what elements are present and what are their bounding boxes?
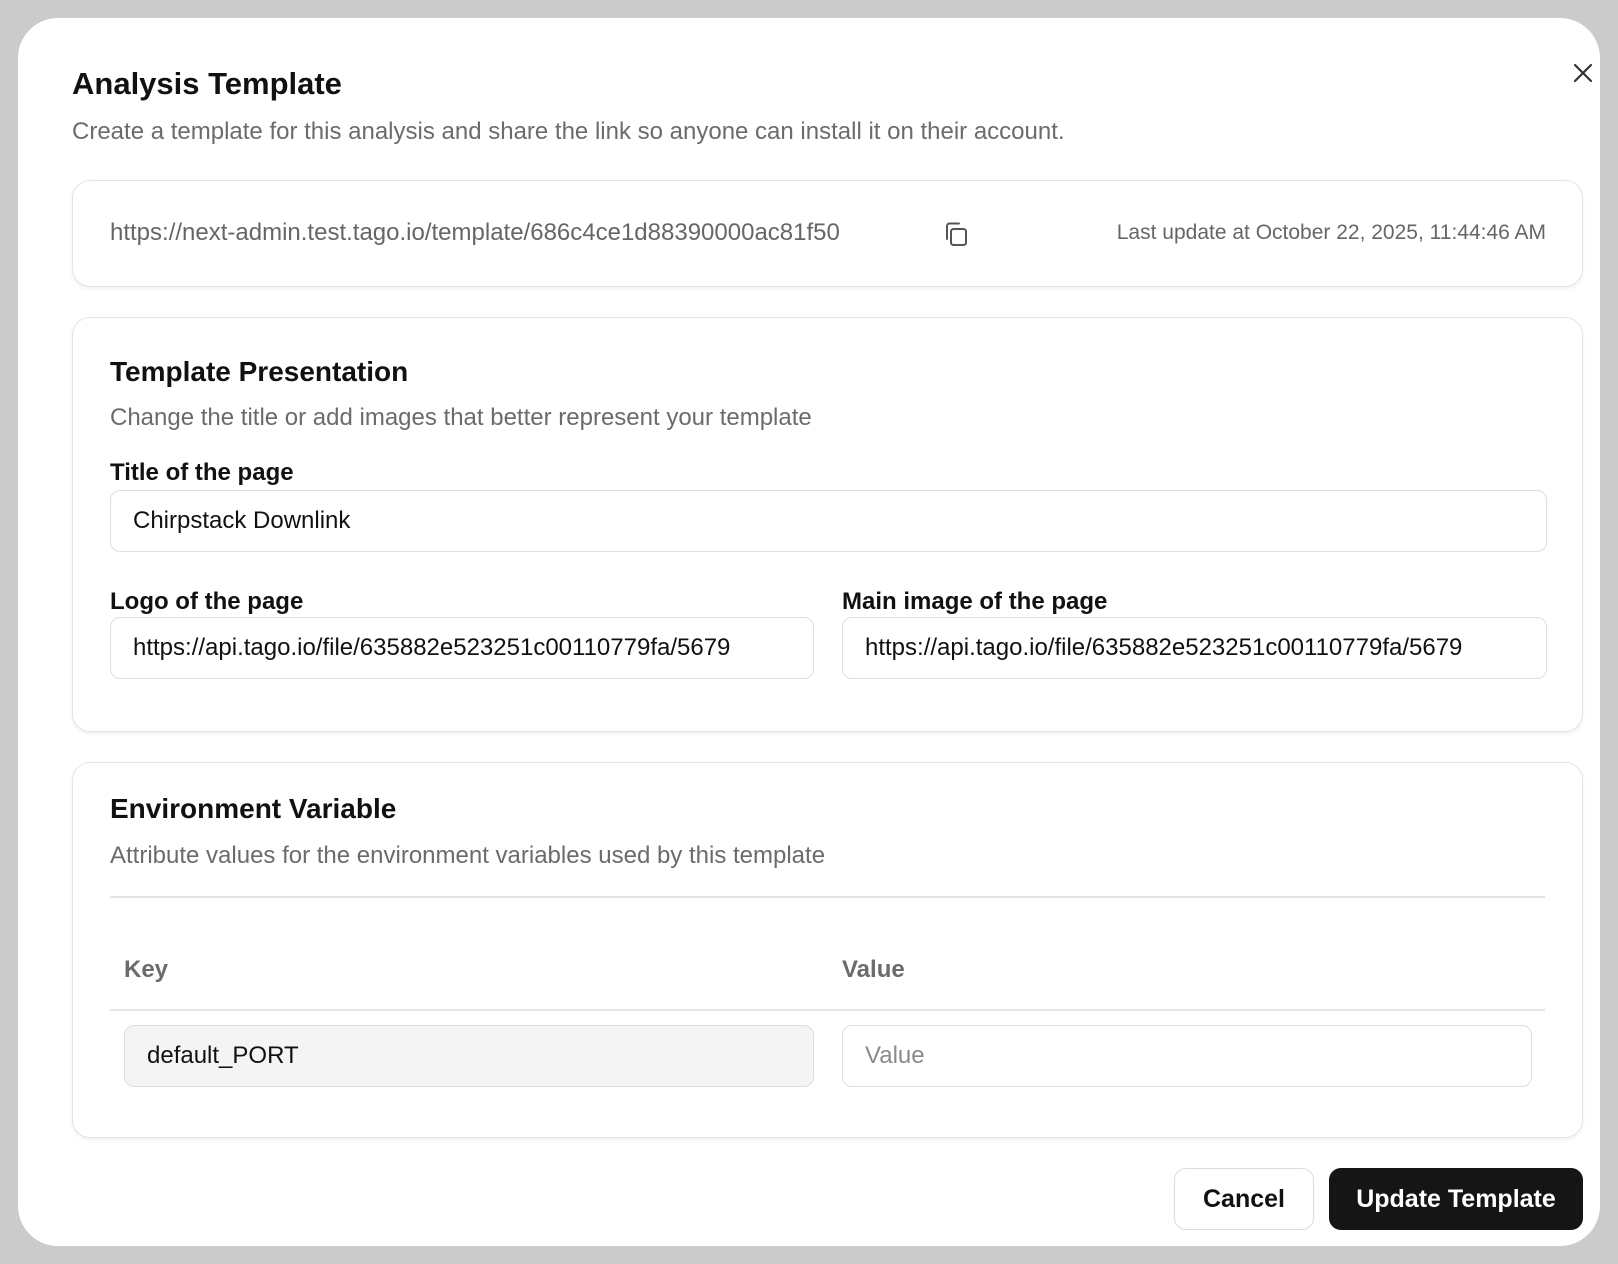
page-title-label: Title of the page: [110, 459, 294, 486]
env-key-field: default_PORT: [124, 1025, 814, 1087]
close-button[interactable]: [1566, 56, 1600, 90]
main-image-url-input[interactable]: https://api.tago.io/file/635882e523251c0…: [842, 617, 1547, 679]
template-url[interactable]: https://next-admin.test.tago.io/template…: [110, 219, 840, 247]
environment-variable-card: Environment Variable Attribute values fo…: [72, 762, 1583, 1138]
last-update-text: Last update at October 22, 2025, 11:44:4…: [1116, 221, 1546, 244]
logo-url-input[interactable]: https://api.tago.io/file/635882e523251c0…: [110, 617, 814, 679]
environment-description: Attribute values for the environment var…: [110, 842, 826, 869]
template-presentation-card: Template Presentation Change the title o…: [72, 317, 1583, 732]
env-value-input[interactable]: [842, 1025, 1532, 1087]
section-divider: [110, 896, 1545, 898]
presentation-title: Template Presentation: [110, 356, 409, 387]
copy-icon: [946, 222, 967, 246]
dialog-title: Analysis Template: [72, 66, 342, 101]
main-image-label: Main image of the page: [842, 588, 1108, 615]
share-link-card: https://next-admin.test.tago.io/template…: [72, 180, 1583, 287]
page-title-input[interactable]: Chirpstack Downlink: [110, 490, 1547, 552]
table-header-divider: [110, 1009, 1545, 1011]
environment-title: Environment Variable: [110, 793, 397, 824]
dialog-subtitle: Create a template for this analysis and …: [72, 118, 1065, 145]
column-header-value: Value: [842, 956, 905, 983]
logo-label: Logo of the page: [110, 588, 304, 615]
update-template-button[interactable]: Update Template: [1329, 1168, 1583, 1230]
presentation-description: Change the title or add images that bett…: [110, 404, 812, 431]
cancel-button[interactable]: Cancel: [1174, 1168, 1314, 1230]
copy-link-button[interactable]: [941, 219, 971, 249]
close-icon: [1573, 63, 1593, 83]
column-header-key: Key: [124, 956, 169, 983]
analysis-template-dialog: Analysis Template Create a template for …: [18, 18, 1600, 1246]
